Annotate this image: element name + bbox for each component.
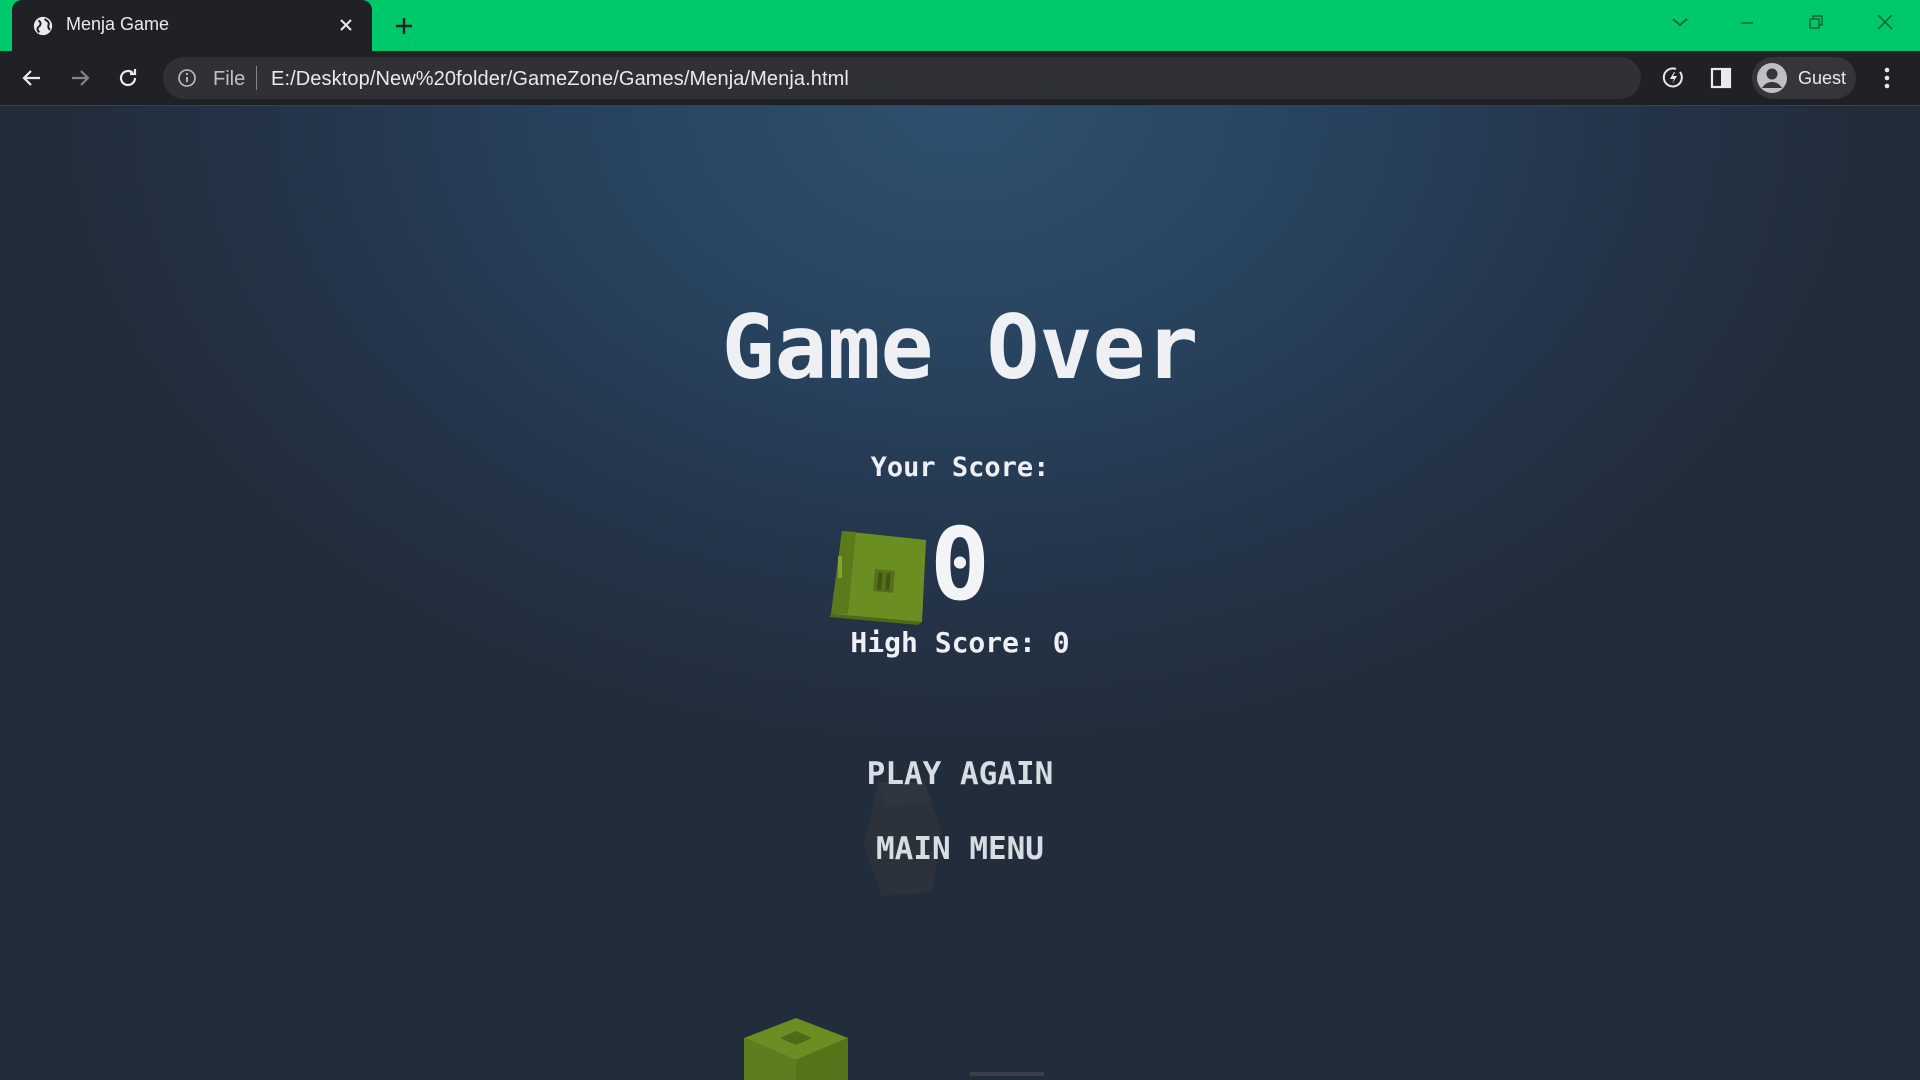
- arrow-right-icon: [72, 70, 90, 86]
- restore-button[interactable]: [1796, 8, 1836, 36]
- browser-menu-button[interactable]: [1872, 63, 1902, 93]
- restore-icon: [1809, 15, 1823, 29]
- back-button[interactable]: [16, 62, 48, 94]
- plus-icon: [396, 18, 412, 34]
- performance-button[interactable]: [1658, 63, 1688, 93]
- info-icon[interactable]: [177, 68, 197, 88]
- green-cube-bottom[interactable]: [740, 1018, 852, 1080]
- avatar-icon: [1757, 63, 1787, 93]
- profile-label: Guest: [1798, 68, 1847, 88]
- globe-icon: [33, 16, 53, 36]
- address-bar[interactable]: File E:/Desktop/New%20folder/GameZone/Ga…: [163, 57, 1641, 99]
- new-tab-button[interactable]: [390, 12, 418, 40]
- play-again-button[interactable]: PLAY AGAIN: [810, 749, 1110, 799]
- close-icon: [1877, 14, 1893, 30]
- high-score: High Score: 0: [850, 626, 1070, 659]
- tab-close-button[interactable]: [334, 13, 358, 37]
- minimize-icon: [1741, 22, 1753, 24]
- side-panel-button[interactable]: [1706, 63, 1736, 93]
- tab-title: Menja Game: [66, 14, 170, 34]
- game-over-title: Game Over: [721, 296, 1199, 399]
- forward-button[interactable]: [64, 62, 96, 94]
- divider: [256, 66, 257, 90]
- game-canvas[interactable]: Game Over Your Score: 0 High Score: 0 PL…: [0, 106, 1920, 1080]
- tab-strip: Menja Game: [0, 0, 1920, 51]
- close-icon: [340, 19, 352, 31]
- score-label: Your Score:: [870, 452, 1050, 483]
- tab-search-button[interactable]: [1660, 8, 1700, 36]
- file-scheme-label: File: [213, 68, 246, 90]
- score-value: 0: [929, 506, 991, 623]
- url-text[interactable]: E:/Desktop/New%20folder/GameZone/Games/M…: [271, 68, 849, 91]
- arrow-left-icon: [22, 70, 40, 86]
- profile-button[interactable]: Guest: [1752, 57, 1856, 99]
- side-panel-icon: [1710, 67, 1732, 89]
- chevron-down-icon: [1672, 18, 1688, 27]
- reload-button[interactable]: [112, 62, 144, 94]
- lightning-icon: [1662, 67, 1683, 88]
- reload-icon: [119, 69, 137, 87]
- main-menu-button[interactable]: MAIN MENU: [810, 824, 1110, 874]
- minimize-button[interactable]: [1727, 8, 1767, 36]
- browser-toolbar: File E:/Desktop/New%20folder/GameZone/Ga…: [0, 51, 1920, 106]
- window-close-button[interactable]: [1865, 8, 1905, 36]
- more-vert-icon: [1884, 67, 1890, 89]
- bottom-indicator: [970, 1072, 1044, 1076]
- browser-tab[interactable]: Menja Game: [12, 0, 372, 51]
